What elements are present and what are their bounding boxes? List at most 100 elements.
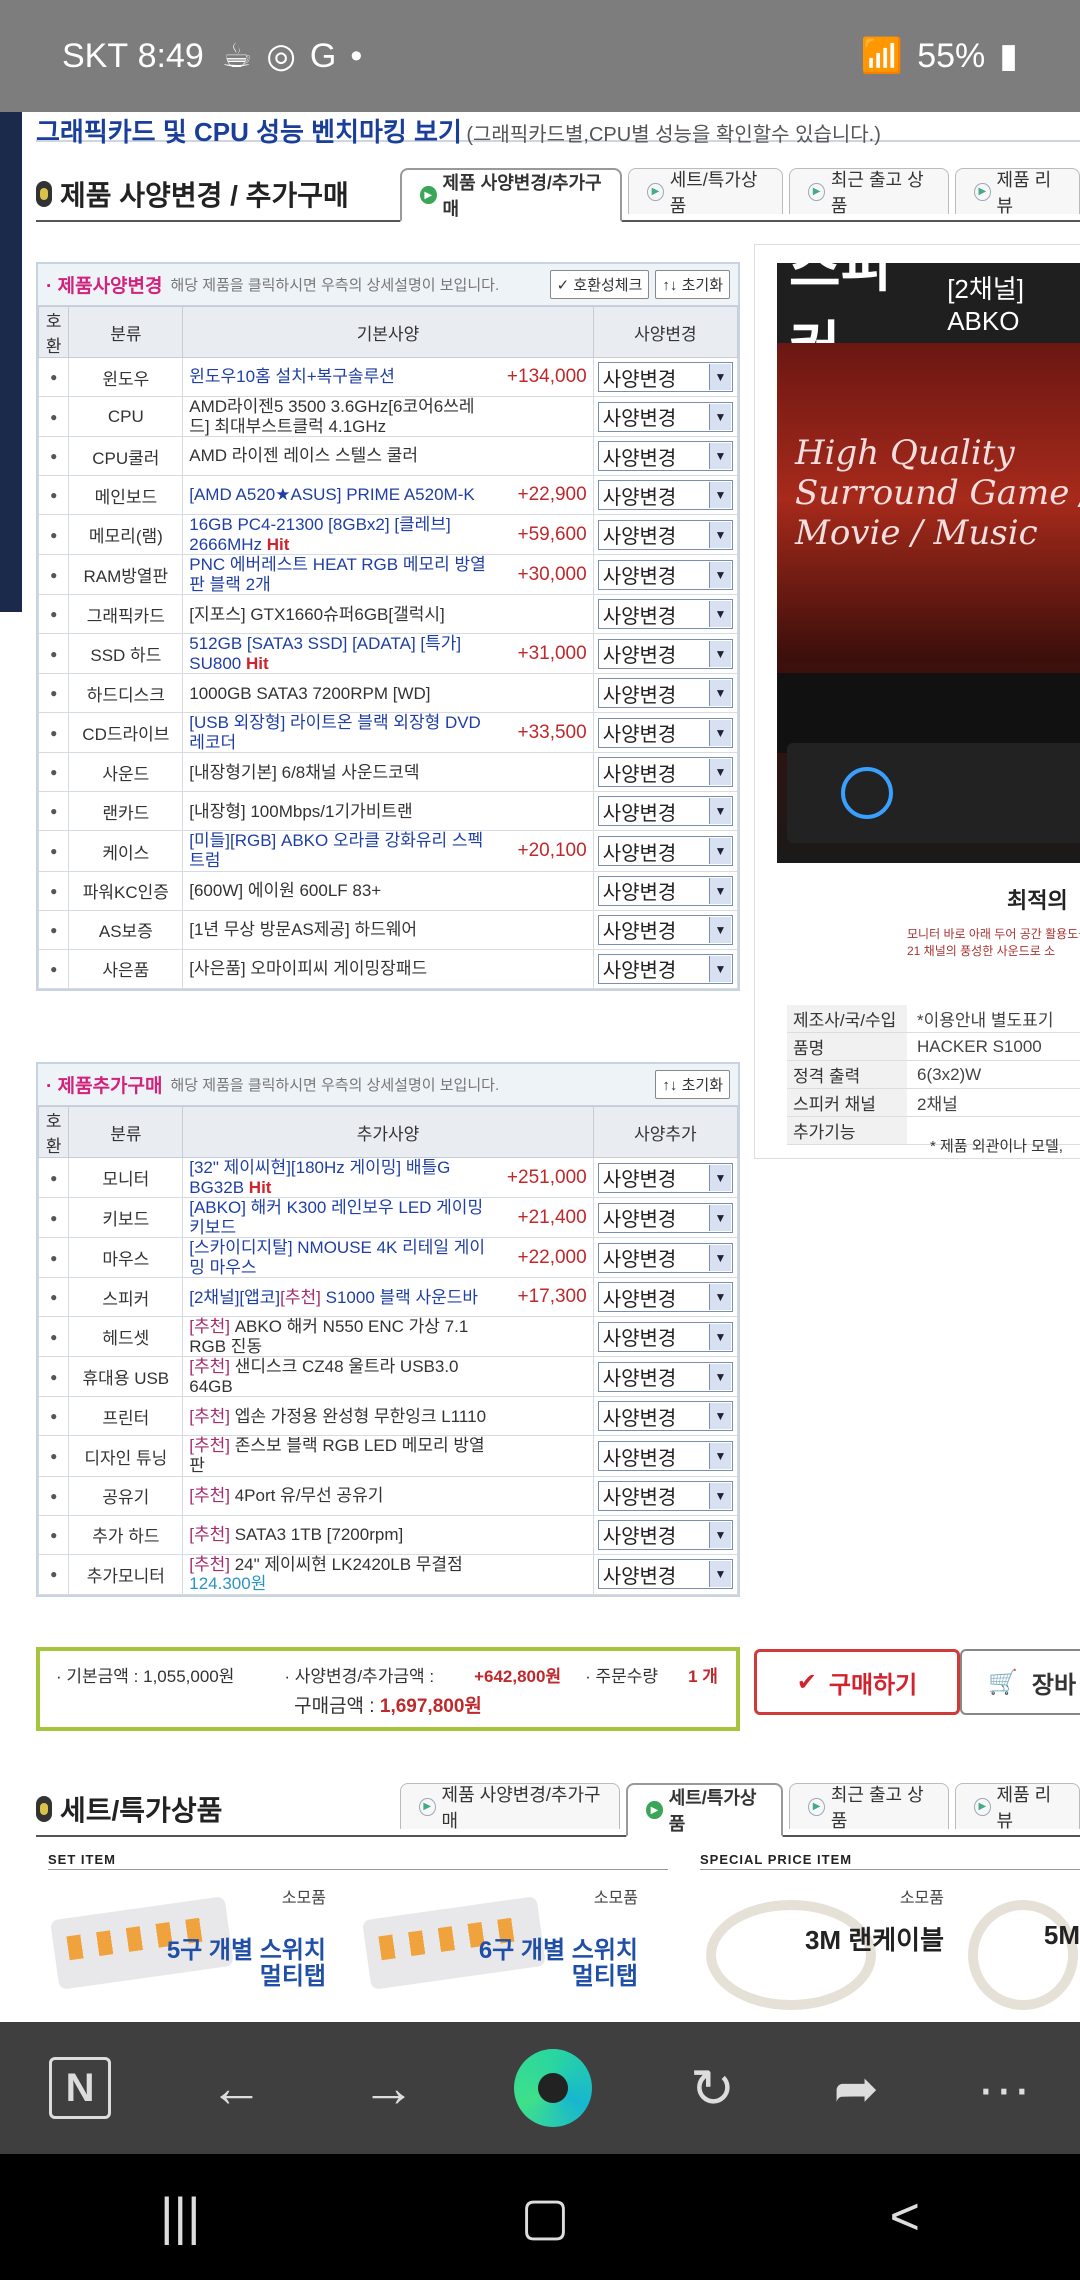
spec-row[interactable]: ● AS보증 [1년 무상 방문AS제공] 하드웨어 사양변경 ▼ [37,909,739,950]
spec-row[interactable]: ● 윈도우 윈도우10홈 설치+복구솔루션 +134,000 사양변경 ▼ [37,357,739,397]
row-spec[interactable]: [USB 외장형] 라이트온 블랙 외장형 DVD레코더 +33,500 [182,712,594,754]
add-row[interactable]: ● 추가모니터 [추천] 24" 제이씨현 LK2420LB 무결점 124.300… [37,1553,739,1595]
left-side-banner[interactable] [0,112,22,612]
row-spec[interactable]: [내장형기본] 6/8채널 사운드코덱 [182,752,594,793]
spec-row[interactable]: ● CPU쿨러 AMD 라이젠 레이스 스텔스 쿨러 사양변경 ▼ [37,436,739,477]
spec-change-select[interactable]: 사양변경 ▼ [597,599,733,630]
row-spec-text[interactable]: [지포스] GTX1660슈퍼6GB[갤럭시] [189,605,586,625]
row-spec[interactable]: 1000GB SATA3 7200RPM [WD] [182,673,594,714]
row-spec-text[interactable]: AMD 라이젠 레이스 스텔스 쿨러 [189,446,586,466]
reset-button[interactable]: ↑↓ 초기화 [655,270,730,299]
share-icon[interactable]: ➦ [833,2057,878,2120]
spec-row[interactable]: ● 사운드 [내장형기본] 6/8채널 사운드코덱 사양변경 ▼ [37,752,739,793]
row-spec[interactable]: AMD 라이젠 레이스 스텔스 쿨러 [182,436,594,477]
back-arrow-icon[interactable]: ← [209,2057,263,2119]
row-spec[interactable]: [추천] 존스보 블랙 RGB LED 메모리 방열판 [182,1435,594,1477]
row-spec[interactable]: [추천] 샌디스크 CZ48 울트라 USB3.0 64GB [182,1356,594,1398]
add-row[interactable]: ● 프린터 [추천] 엡손 가정용 완성형 무한잉크 L1110 사양변경 ▼ [37,1396,739,1437]
tab-recent-shipped[interactable]: ▶ 최근 출고 상품 [789,1783,950,1831]
spec-row[interactable]: ● 하드디스크 1000GB SATA3 7200RPM [WD] 사양변경 ▼ [37,673,739,714]
spec-change-select[interactable]: 사양변경 ▼ [597,796,733,827]
row-spec-text[interactable]: [추천] SATA3 1TB [7200rpm] [189,1525,586,1545]
row-spec-text[interactable]: [추천] 4Port 유/무선 공유기 [189,1486,586,1506]
reset-button[interactable]: ↑↓ 초기화 [655,1070,730,1099]
row-spec[interactable]: [추천] 4Port 유/무선 공유기 [182,1475,594,1516]
tab-spec-change[interactable]: ▶ 제품 사양변경/추가구매 [400,1783,621,1831]
spec-change-select[interactable]: 사양변경 ▼ [597,559,733,590]
compat-check-button[interactable]: ✓ 호환성체크 [549,270,650,299]
spec-row[interactable]: ● CD드라이브 [USB 외장형] 라이트온 블랙 외장형 DVD레코더 +33,5… [37,712,739,754]
row-spec-text[interactable]: AMD라이젠5 3500 3.6GHz[6코어6쓰레드] 최대부스트클럭 4.1… [189,397,586,436]
home-icon[interactable]: ▢ [521,2187,570,2247]
spec-change-select[interactable]: 사양변경 ▼ [597,1401,733,1432]
spec-change-select[interactable]: 사양변경 ▼ [597,519,733,550]
row-spec-text[interactable]: [사은품] 오마이피씨 게이밍장패드 [189,959,586,979]
special-item-card[interactable]: 5M [958,1878,1080,2022]
row-spec[interactable]: [ABKO] 해커 K300 레인보우 LED 게이밍 키보드 +21,400 [182,1197,594,1239]
row-spec[interactable]: [추천] 24" 제이씨현 LK2420LB 무결점 124.300원 [182,1553,594,1595]
row-spec[interactable]: [지포스] GTX1660슈퍼6GB[갤럭시] [182,594,594,635]
row-spec[interactable]: 16GB PC4-21300 [8GBx2] [클레브] 2666MHz Hit… [182,514,594,556]
naver-n-icon[interactable]: N [49,2057,112,2119]
tab-spec-change[interactable]: ▶ 제품 사양변경/추가구매 [400,168,623,222]
spec-row[interactable]: ● 케이스 [미들][RGB] ABKO 오라클 강화유리 스펙트럼 +20,100 사… [37,830,739,872]
row-spec[interactable]: [추천] 엡손 가정용 완성형 무한잉크 L1110 [182,1396,594,1437]
home-green-icon[interactable] [513,2049,592,2127]
tab-set-special[interactable]: ▶ 세트/특가상품 [626,1783,784,1837]
benchmark-banner[interactable]: 그래픽카드 및 CPU 성능 벤치마킹 보기 (그래픽카드별,CPU별 성능을 … [36,112,1080,147]
spec-change-select[interactable]: 사양변경 ▼ [597,1321,733,1352]
cart-button[interactable]: 🛒 장바 [960,1649,1080,1715]
spec-row[interactable]: ● 파워KC인증 [600W] 에이원 600LF 83+ 사양변경 ▼ [37,870,739,911]
row-spec[interactable]: [600W] 에이원 600LF 83+ [182,870,594,911]
row-spec-text[interactable]: [추천] ABKO 해커 N550 ENC 가상 7.1 RGB 진동 [189,1317,586,1356]
spec-change-select[interactable]: 사양변경 ▼ [597,1202,733,1233]
spec-change-select[interactable]: 사양변경 ▼ [597,1361,733,1392]
row-spec-text[interactable]: [추천] 엡손 가정용 완성형 무한잉크 L1110 [189,1407,586,1427]
row-spec[interactable]: [1년 무상 방문AS제공] 하드웨어 [182,909,594,950]
add-row[interactable]: ● 키보드 [ABKO] 해커 K300 레인보우 LED 게이밍 키보드 +21,4… [37,1197,739,1239]
add-row[interactable]: ● 디자인 튜닝 [추천] 존스보 블랙 RGB LED 메모리 방열판 사양변경 ▼ [37,1435,739,1477]
row-spec-text[interactable]: 1000GB SATA3 7200RPM [WD] [189,684,586,704]
row-spec-text[interactable]: [추천] 샌디스크 CZ48 울트라 USB3.0 64GB [189,1357,586,1396]
spec-change-select[interactable]: 사양변경 ▼ [597,1441,733,1472]
row-spec-text[interactable]: [내장형기본] 6/8채널 사운드코덱 [189,763,586,783]
spec-change-select[interactable]: 사양변경 ▼ [597,1242,733,1273]
spec-change-select[interactable]: 사양변경 ▼ [597,638,733,669]
spec-change-select[interactable]: 사양변경 ▼ [597,678,733,709]
forward-arrow-icon[interactable]: → [362,2057,416,2119]
row-spec[interactable]: 윈도우10홈 설치+복구솔루션 +134,000 [182,357,594,397]
spec-row[interactable]: ● 사은품 [사은품] 오마이피씨 게이밍장패드 사양변경 ▼ [37,948,739,989]
spec-change-select[interactable]: 사양변경 ▼ [597,401,733,432]
spec-change-select[interactable]: 사양변경 ▼ [597,1282,733,1313]
refresh-icon[interactable]: ↻ [690,2057,735,2120]
spec-change-select[interactable]: 사양변경 ▼ [597,1480,733,1511]
spec-row[interactable]: ● 메모리(램) 16GB PC4-21300 [8GBx2] [클레브] 2666… [37,514,739,556]
back-icon[interactable]: < [890,2187,920,2247]
row-spec[interactable]: [32" 제이씨현][180Hz 게이밍] 배틀G BG32B Hit +251,… [182,1156,594,1199]
set-item-card[interactable]: 소모품 5구 개별 스위치 멀티탭 [42,1878,340,2022]
spec-change-select[interactable]: 사양변경 ▼ [597,362,733,392]
add-row[interactable]: ● 공유기 [추천] 4Port 유/무선 공유기 사양변경 ▼ [37,1475,739,1516]
row-spec[interactable]: [AMD A520★ASUS] PRIME A520M-K +22,900 [182,475,594,516]
add-row[interactable]: ● 마우스 [스카이디지탈] NMOUSE 4K 리테일 게이밍 마우스 +22,00… [37,1237,739,1279]
row-spec[interactable]: AMD라이젠5 3500 3.6GHz[6코어6쓰레드] 최대부스트클럭 4.1… [182,395,594,438]
spec-change-select[interactable]: 사양변경 ▼ [597,1519,733,1550]
spec-change-select[interactable]: 사양변경 ▼ [597,1559,733,1590]
buy-button[interactable]: ✔ 구매하기 [754,1649,960,1715]
spec-row[interactable]: ● RAM방열판 PNC 에버레스트 HEAT RGB 메모리 방열판 블랙 2개 +… [37,554,739,596]
row-spec[interactable]: [추천] SATA3 1TB [7200rpm] [182,1514,594,1555]
spec-change-select[interactable]: 사양변경 ▼ [597,480,733,511]
spec-change-select[interactable]: 사양변경 ▼ [597,717,733,748]
set-item-card[interactable]: 소모품 6구 개별 스위치 멀티탭 [354,1878,652,2022]
spec-change-select[interactable]: 사양변경 ▼ [597,836,733,867]
tab-review[interactable]: ▶ 제품 리뷰 [955,1783,1080,1831]
spec-row[interactable]: ● 랜카드 [내장형] 100Mbps/1기가비트랜 사양변경 ▼ [37,791,739,832]
tab-set-special[interactable]: ▶ 세트/특가상품 [628,168,784,216]
special-item-card[interactable]: 소모품 3M 랜케이블 [696,1878,958,2022]
row-spec[interactable]: [미들][RGB] ABKO 오라클 강화유리 스펙트럼 +20,100 [182,830,594,872]
more-dots-icon[interactable]: ··· [977,2057,1031,2119]
row-spec[interactable]: [추천] ABKO 해커 N550 ENC 가상 7.1 RGB 진동 [182,1316,594,1358]
row-spec[interactable]: [사은품] 오마이피씨 게이밍장패드 [182,948,594,989]
row-spec-text[interactable]: [600W] 에이원 600LF 83+ [189,881,586,901]
add-row[interactable]: ● 추가 하드 [추천] SATA3 1TB [7200rpm] 사양변경 ▼ [37,1514,739,1555]
